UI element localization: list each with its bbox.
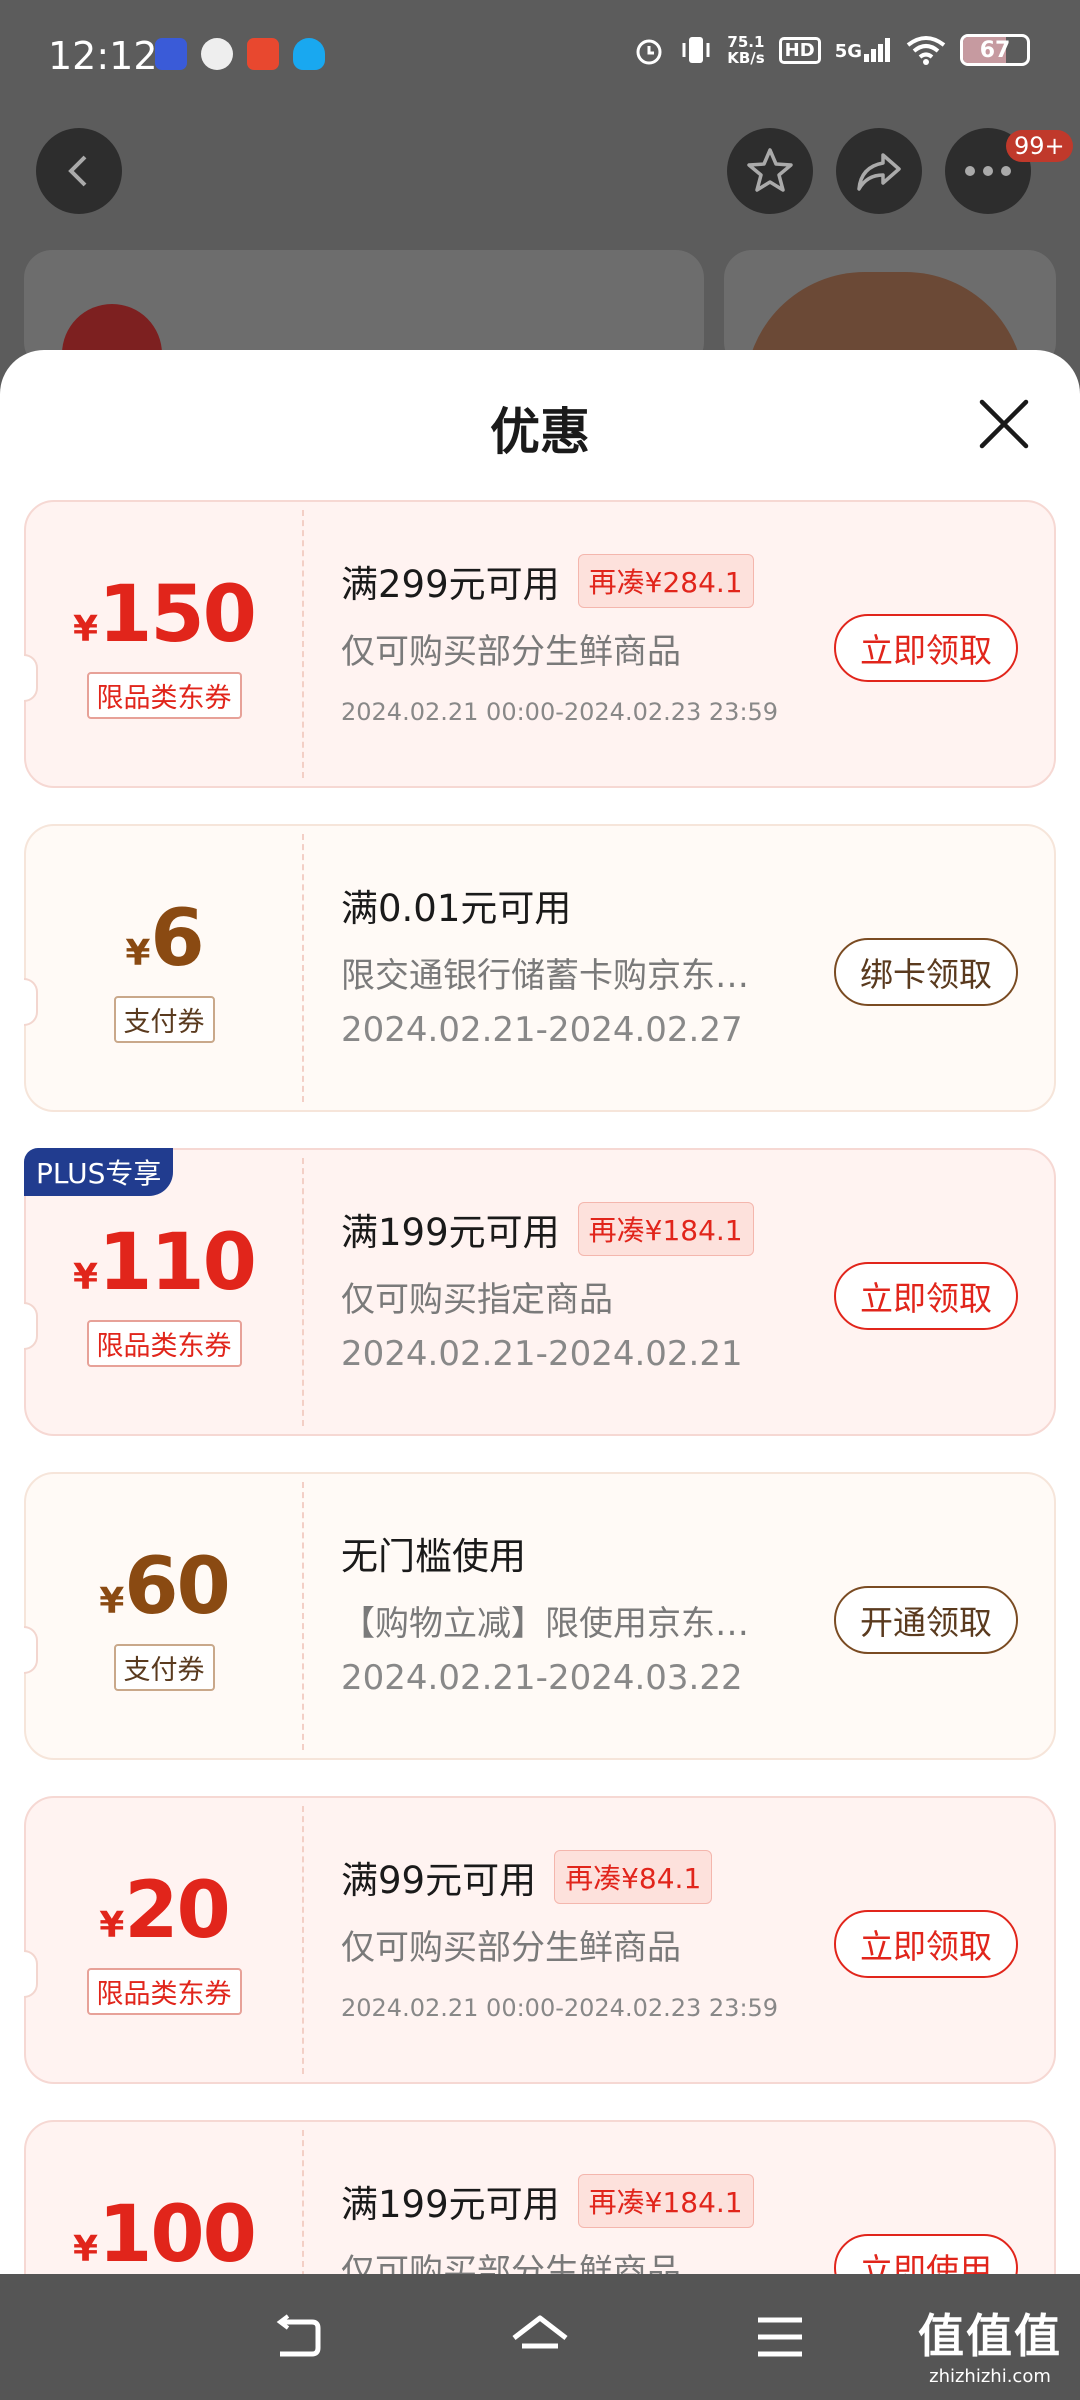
qq-icon <box>293 38 325 70</box>
claim-button[interactable]: 立即领取 <box>834 1910 1018 1978</box>
favorite-button[interactable] <box>727 128 813 214</box>
coupon-desc: 仅可购买部分生鲜商品 <box>341 1928 681 1968</box>
coupon-desc: 【购物立减】限使用京东… <box>341 1604 749 1644</box>
coupon-amount: ¥6 <box>125 894 204 984</box>
coupon-divider <box>302 510 304 778</box>
back-nav-icon[interactable] <box>272 2314 324 2360</box>
wifi-icon <box>906 36 946 65</box>
coupon-condition: 满199元可用 再凑¥184.1 <box>341 1202 754 1256</box>
coupon-card: ¥60 支付券 无门槛使用 【购物立减】限使用京东… 2024.02.21-20… <box>24 1472 1056 1760</box>
coupon-desc: 仅可购买指定商品 <box>341 1280 613 1320</box>
coupon-tag: 支付券 <box>26 1644 302 1691</box>
coupon-amount: ¥100 <box>73 2190 257 2275</box>
hd-icon: HD <box>778 36 821 64</box>
coupon-date: 2024.02.21-2024.02.21 <box>341 1334 743 1374</box>
net-speed: 75.1 KB/s <box>727 33 765 67</box>
coupon-condition: 满299元可用 再凑¥284.1 <box>341 554 754 608</box>
coupon-tag: 限品类东券 <box>26 672 302 719</box>
coupon-divider <box>302 1806 304 2074</box>
activate-claim-button[interactable]: 开通领取 <box>834 1586 1018 1654</box>
notification-badge: 99+ <box>1006 130 1073 162</box>
claim-button[interactable]: 立即领取 <box>834 1262 1018 1330</box>
coupon-tag: 限品类东券 <box>26 1968 302 2015</box>
coupon-extra-badge: 再凑¥284.1 <box>577 554 754 608</box>
coupon-condition: 无门槛使用 <box>341 1535 526 1578</box>
watermark-logo: 值值值 zhizhizhi.com <box>918 2309 1062 2387</box>
bind-card-claim-button[interactable]: 绑卡领取 <box>834 938 1018 1006</box>
manhua-icon <box>247 38 279 70</box>
sheet-title: 优惠 <box>490 403 590 461</box>
coupon-extra-badge: 再凑¥184.1 <box>577 2174 754 2228</box>
coupon-amount: ¥20 <box>99 1866 231 1956</box>
home-nav-icon[interactable] <box>510 2314 570 2360</box>
star-icon <box>747 148 793 192</box>
battery-icon: 67 <box>960 34 1030 66</box>
status-right: 75.1 KB/s HD 5G 67 <box>633 34 1030 66</box>
coupon-desc: 仅可购买部分生鲜商品 <box>341 2252 681 2275</box>
coupon-card: PLUS专享 ¥110 限品类东券 满199元可用 再凑¥184.1 仅可购买指定… <box>24 1148 1056 1436</box>
use-now-button[interactable]: 立即使用 <box>834 2234 1018 2275</box>
alarm-icon <box>636 39 662 65</box>
coupon-desc: 仅可购买部分生鲜商品 <box>341 632 681 672</box>
coupon-amount: ¥60 <box>99 1542 231 1632</box>
status-bar: 12:12 75.1 KB/s HD 5G 67 <box>0 0 1080 118</box>
coupon-date: 2024.02.21 00:00-2024.02.23 23:59 <box>341 698 779 726</box>
coupon-sheet: 优惠 ¥150 限品类东券 满299元可用 再凑¥284.1 仅可购买部分生鲜商品… <box>0 350 1080 2275</box>
coupon-condition: 满0.01元可用 <box>341 887 572 930</box>
coupon-tag: 支付券 <box>26 996 302 1043</box>
share-icon <box>857 153 901 191</box>
signal-icon: 5G <box>835 38 892 62</box>
chevron-left-icon <box>68 155 87 187</box>
coupon-date: 2024.02.21-2024.02.27 <box>341 1010 743 1050</box>
coupon-extra-badge: 再凑¥184.1 <box>577 1202 754 1256</box>
weibo-icon <box>201 38 233 70</box>
coupon-date: 2024.02.21 00:00-2024.02.23 23:59 <box>341 1994 779 2022</box>
coupon-divider <box>302 1158 304 1426</box>
more-icon <box>965 166 1011 176</box>
menu-nav-icon[interactable] <box>754 2314 806 2360</box>
claim-button[interactable]: 立即领取 <box>834 614 1018 682</box>
vibrate-icon <box>682 37 710 63</box>
coupon-tag: 限品类东券 <box>26 1320 302 1367</box>
coupon-card: ¥150 限品类东券 满299元可用 再凑¥284.1 仅可购买部分生鲜商品 20… <box>24 500 1056 788</box>
coupon-condition: 满99元可用 再凑¥84.1 <box>341 1850 713 1904</box>
status-app-icons <box>155 38 325 70</box>
tieba-icon <box>155 38 187 70</box>
coupon-extra-badge: 再凑¥84.1 <box>554 1850 713 1904</box>
close-icon[interactable] <box>976 396 1032 452</box>
coupon-card: ¥20 限品类东券 满99元可用 再凑¥84.1 仅可购买部分生鲜商品 2024.… <box>24 1796 1056 2084</box>
share-button[interactable] <box>836 128 922 214</box>
coupon-divider <box>302 2130 304 2275</box>
coupon-divider <box>302 834 304 1102</box>
coupon-amount: ¥110 <box>73 1218 257 1308</box>
plus-badge: PLUS专享 <box>24 1148 174 1196</box>
back-button[interactable] <box>36 128 122 214</box>
coupon-date: 2024.02.21-2024.03.22 <box>341 1658 743 1698</box>
coupon-desc: 限交通银行储蓄卡购京东… <box>341 956 749 996</box>
coupon-card: ¥6 支付券 满0.01元可用 限交通银行储蓄卡购京东… 2024.02.21-… <box>24 824 1056 1112</box>
coupon-card: ¥100 满199元可用 再凑¥184.1 仅可购买部分生鲜商品 立即使用 <box>24 2120 1056 2275</box>
status-time: 12:12 <box>48 34 158 78</box>
coupon-amount: ¥150 <box>73 570 257 660</box>
coupon-condition: 满199元可用 再凑¥184.1 <box>341 2174 754 2228</box>
coupon-divider <box>302 1482 304 1750</box>
